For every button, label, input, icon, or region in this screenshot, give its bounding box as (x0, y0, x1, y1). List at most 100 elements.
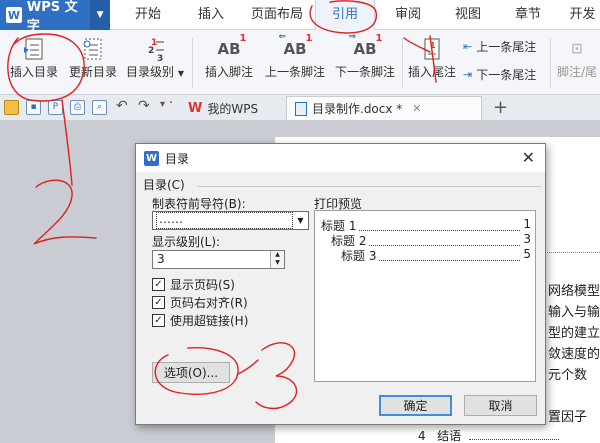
chevron-down-icon[interactable]: ▾ (160, 99, 165, 110)
document-line: 输入与输 (548, 305, 600, 320)
preview-page: 5 (523, 247, 531, 261)
chevron-down-icon[interactable]: ▼ (90, 0, 110, 30)
print-preview-icon[interactable]: ⌕ (92, 100, 107, 115)
toc-level-label: 目录级别 (126, 65, 175, 79)
show-page-numbers-label: 显示页码(S) (170, 278, 235, 292)
toc-group: 目录(C) (143, 178, 541, 192)
tab-document[interactable]: 目录制作.docx * ✕ (286, 96, 482, 120)
print-icon[interactable]: ⎙ (70, 100, 85, 115)
footnote-endnote-icon: ⊡ (571, 41, 583, 57)
level-stepper[interactable]: 3 ▲ ▼ (152, 250, 285, 269)
cancel-button[interactable]: 取消 (464, 395, 537, 416)
export-pdf-icon[interactable]: P (48, 100, 63, 115)
toc-level-button[interactable]: 123 目录级别 ▼ (124, 34, 186, 90)
document-icon (295, 101, 307, 116)
app-name: WPS 文字 (26, 0, 78, 34)
group-divider (197, 186, 541, 187)
close-icon[interactable]: ✕ (522, 148, 535, 167)
next-endnote-icon: ⇥ (463, 68, 473, 81)
close-icon[interactable]: ✕ (412, 102, 421, 115)
tab-home[interactable]: 开始 (125, 0, 171, 30)
insert-footnote-label: 插入脚注 (204, 65, 253, 79)
ribbon-divider (402, 38, 403, 88)
open-folder-icon[interactable] (4, 100, 19, 115)
document-line: 敛速度的 (548, 347, 600, 362)
footnote-icon: AB 1 (217, 33, 247, 58)
toc-entry-conclusion: 4 结语 (418, 427, 559, 443)
insert-endnote-label: 插入尾注 (407, 65, 456, 79)
hyperlinks-label: 使用超链接(H) (170, 314, 249, 328)
svg-text:3: 3 (157, 54, 163, 62)
section-number: 4 (418, 429, 426, 443)
chevron-down-icon[interactable]: ▼ (293, 212, 308, 229)
tab-review[interactable]: 审阅 (385, 0, 431, 30)
chevron-down-icon: ▼ (177, 69, 184, 78)
toc-group-label: 目录(C) (143, 178, 185, 192)
insert-footnote-button[interactable]: AB 1 插入脚注 (200, 33, 258, 90)
prev-footnote-button[interactable]: ⇐ AB 1 上一条脚注 (262, 32, 328, 90)
insert-toc-button[interactable]: 插入目录 (4, 34, 64, 90)
prev-footnote-icon: ⇐ AB 1 (278, 32, 313, 58)
preview-row: 标题 3 5 (341, 247, 531, 264)
insert-toc-label: 插入目录 (9, 65, 58, 79)
show-page-numbers-checkbox[interactable]: ✓ 显示页码(S) (152, 276, 235, 293)
tab-my-wps[interactable]: W 我的WPS (180, 96, 266, 120)
right-align-checkbox[interactable]: ✓ 页码右对齐(R) (152, 294, 248, 311)
level-value: 3 (157, 252, 165, 266)
document-line: 置因子 (548, 410, 588, 425)
right-align-label: 页码右对齐(R) (170, 296, 248, 310)
ribbon-divider (192, 38, 193, 88)
dialog-title: 目录 (165, 151, 190, 166)
tab-chapter[interactable]: 章节 (505, 0, 551, 30)
next-footnote-icon: ⇒ AB 1 (348, 32, 383, 58)
toc-icon (4, 34, 64, 64)
stepper-arrows-icon[interactable]: ▲ ▼ (270, 251, 284, 268)
hyperlinks-checkbox[interactable]: ✓ 使用超链接(H) (152, 312, 248, 329)
ribbon-divider (550, 38, 551, 88)
toc-dialog: W 目录 ✕ 目录(C) 制表符前导符(B): …… ▼ 显示级别(L): 3 … (135, 143, 546, 425)
leader-select[interactable]: …… ▼ (152, 211, 309, 230)
wps-icon: W (188, 100, 203, 116)
separator-dot (170, 101, 172, 103)
menu-bar: W WPS 文字 ▼ 开始 插入 页面布局 引用 审阅 视图 章节 开发 (0, 0, 600, 34)
tab-insert[interactable]: 插入 (188, 0, 234, 30)
endnote-icon: 1 (406, 34, 458, 64)
document-tab-bar: ▪ P ⎙ ⌕ ↶ ↷ ▾ W 我的WPS 目录制作.docx * ✕ + (0, 95, 600, 121)
checkmark-icon: ✓ (152, 314, 165, 327)
insert-endnote-button[interactable]: 1 插入尾注 (406, 34, 458, 90)
ribbon: 插入目录 更新目录 123 目录级别 ▼ AB 1 插入脚注 ⇐ AB 1 上一条脚注… (0, 30, 600, 95)
update-toc-button[interactable]: 更新目录 (66, 34, 120, 90)
document-line: 元个数 (548, 368, 588, 383)
save-icon[interactable]: ▪ (26, 100, 41, 115)
update-toc-icon (66, 34, 120, 64)
document-line: 型的建立 (548, 326, 600, 341)
next-footnote-button[interactable]: ⇒ AB 1 下一条脚注 (332, 32, 398, 90)
wps-logo-icon: W (6, 7, 22, 23)
prev-endnote-icon: ⇤ (463, 40, 473, 53)
app-menu-button[interactable]: W WPS 文字 ▼ (0, 0, 110, 34)
next-footnote-label: 下一条脚注 (334, 65, 395, 79)
svg-text:2: 2 (148, 46, 154, 56)
toc-leader (468, 439, 559, 440)
next-endnote-button[interactable]: ⇥ 下一条尾注 (463, 66, 536, 83)
document-line: 网络模型 (548, 284, 600, 299)
svg-text:1: 1 (430, 41, 436, 50)
level-label: 显示级别(L): (152, 235, 221, 249)
options-button[interactable]: 选项(O)... (152, 362, 230, 383)
undo-icon[interactable]: ↶ (116, 98, 128, 114)
tab-view[interactable]: 视图 (445, 0, 491, 30)
leader-label: 制表符前导符(B): (152, 197, 246, 211)
section-title: 结语 (437, 429, 462, 443)
dialog-title-bar[interactable]: W 目录 (136, 144, 545, 172)
tab-my-wps-label: 我的WPS (207, 101, 259, 116)
footnote-endnote-button[interactable]: ⊡ 脚注/尾 (554, 34, 600, 90)
ok-button[interactable]: 确定 (379, 395, 452, 416)
update-toc-label: 更新目录 (68, 65, 117, 79)
tab-page-layout[interactable]: 页面布局 (247, 0, 307, 30)
tab-references[interactable]: 引用 (315, 0, 375, 30)
tab-developer[interactable]: 开发 (565, 0, 600, 30)
new-tab-icon[interactable]: + (493, 97, 508, 118)
prev-endnote-button[interactable]: ⇤ 上一条尾注 (463, 38, 536, 55)
redo-icon[interactable]: ↷ (138, 98, 150, 114)
tab-document-label: 目录制作.docx * (312, 102, 403, 116)
